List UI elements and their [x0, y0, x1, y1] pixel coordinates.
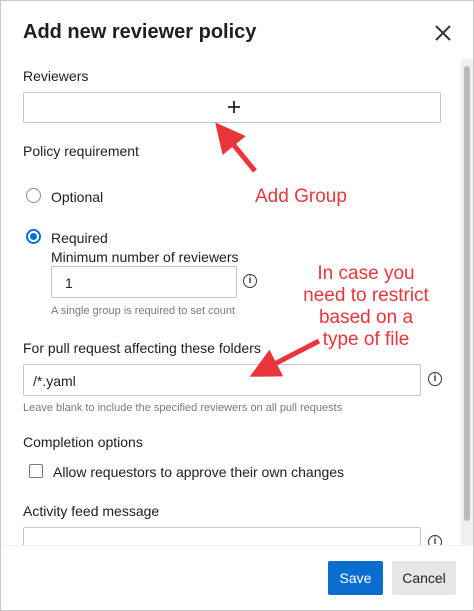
restrict-annotation-line-4: type of file: [322, 329, 410, 350]
add-group-annotation: Add Group: [255, 186, 347, 207]
restrict-annotation: In case you need to restrict based on a …: [291, 263, 441, 351]
restrict-annotation-line-3: based on a: [318, 307, 414, 328]
restrict-annotation-line-1: In case you: [317, 263, 415, 284]
restrict-annotation-line-2: need to restrict: [303, 285, 429, 306]
add-group-arrow: [215, 122, 257, 173]
reviewer-policy-dialog: Add new reviewer policy Reviewers Policy…: [0, 0, 474, 611]
